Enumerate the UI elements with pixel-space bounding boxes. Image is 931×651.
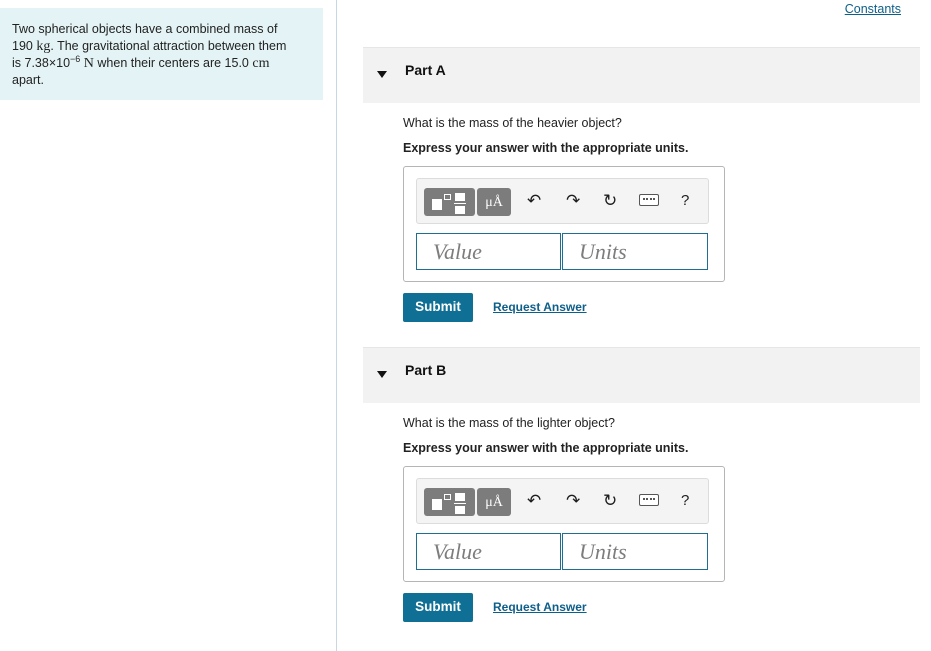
collapse-caret-icon[interactable]: [377, 371, 387, 378]
reset-icon[interactable]: ↻: [603, 191, 617, 211]
part-a-header[interactable]: Part A: [363, 47, 920, 103]
math-toolbar: μÅ ↶ ↷ ↻ ?: [416, 478, 709, 524]
units-input[interactable]: Units: [562, 233, 708, 270]
mass-value: 190: [12, 39, 33, 53]
distance-unit: cm: [252, 56, 270, 71]
problem-statement: Two spherical objects have a combined ma…: [0, 8, 323, 100]
help-icon[interactable]: ?: [681, 491, 689, 511]
problem-pane: Two spherical objects have a combined ma…: [0, 0, 337, 651]
problem-text: Two spherical objects have a combined ma…: [12, 22, 278, 36]
templates-icon[interactable]: [424, 488, 475, 516]
part-b-question: What is the mass of the lighter object?: [403, 416, 615, 430]
part-a-title: Part A: [405, 62, 446, 78]
constants-link[interactable]: Constants: [845, 2, 901, 16]
value-input[interactable]: Value: [416, 533, 561, 570]
undo-icon[interactable]: ↶: [527, 191, 541, 211]
part-a-answer-box: μÅ ↶ ↷ ↻ ? Value Units: [403, 166, 725, 282]
mass-unit: kg: [36, 39, 51, 54]
problem-text: . The gravitational attraction between t…: [50, 39, 287, 53]
undo-icon[interactable]: ↶: [527, 491, 541, 511]
force-exponent: −6: [70, 53, 81, 64]
help-icon[interactable]: ?: [681, 191, 689, 211]
part-b-submit-button[interactable]: Submit: [403, 593, 473, 622]
part-a-instruction: Express your answer with the appropriate…: [403, 141, 689, 155]
templates-icon[interactable]: [424, 188, 475, 216]
units-button[interactable]: μÅ: [477, 188, 511, 216]
part-a-question: What is the mass of the heavier object?: [403, 116, 622, 130]
force-value: is 7.38×10: [12, 56, 71, 70]
part-b-answer-box: μÅ ↶ ↷ ↻ ? Value Units: [403, 466, 725, 582]
redo-icon[interactable]: ↷: [566, 491, 580, 511]
reset-icon[interactable]: ↻: [603, 491, 617, 511]
part-a-submit-button[interactable]: Submit: [403, 293, 473, 322]
part-b-instruction: Express your answer with the appropriate…: [403, 441, 689, 455]
keyboard-icon[interactable]: [639, 194, 659, 206]
value-input[interactable]: Value: [416, 233, 561, 270]
part-b-header[interactable]: Part B: [363, 347, 920, 403]
part-b-title: Part B: [405, 362, 447, 378]
part-b-request-answer-link[interactable]: Request Answer: [493, 600, 587, 614]
keyboard-icon[interactable]: [639, 494, 659, 506]
collapse-caret-icon[interactable]: [377, 71, 387, 78]
part-a-request-answer-link[interactable]: Request Answer: [493, 300, 587, 314]
problem-text: apart.: [12, 73, 44, 87]
force-unit: N: [83, 56, 94, 71]
problem-text: when their centers are 15.0: [93, 56, 249, 70]
units-input[interactable]: Units: [562, 533, 708, 570]
units-button[interactable]: μÅ: [477, 488, 511, 516]
redo-icon[interactable]: ↷: [566, 191, 580, 211]
math-toolbar: μÅ ↶ ↷ ↻ ?: [416, 178, 709, 224]
